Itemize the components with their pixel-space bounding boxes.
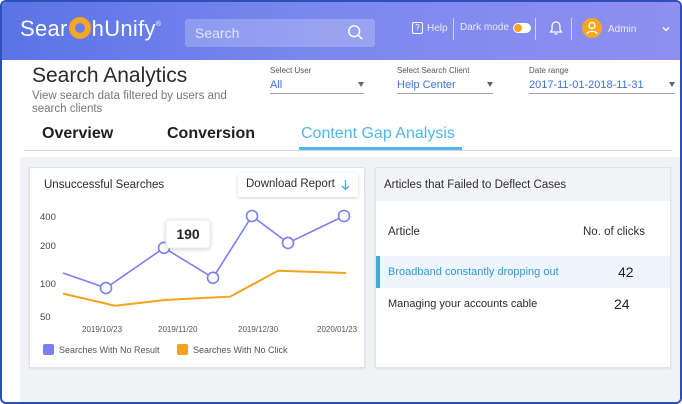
help-icon: ? bbox=[412, 22, 423, 34]
select-user-dropdown[interactable]: All bbox=[270, 79, 364, 94]
failed-articles-card: Articles that Failed to Deflect Cases Ar… bbox=[375, 167, 671, 368]
filter-value: Help Center bbox=[397, 79, 456, 91]
y-tick-label: 200 bbox=[40, 241, 56, 252]
data-point[interactable] bbox=[245, 209, 259, 223]
tab-content-gap-analysis[interactable]: Content Gap Analysis bbox=[301, 125, 455, 143]
dark-mode-label: Dark mode bbox=[460, 22, 509, 33]
clicks-value: 24 bbox=[614, 296, 630, 312]
nav-divider bbox=[453, 18, 454, 40]
legend-item-no-click[interactable]: Searches With No Click bbox=[177, 344, 288, 355]
tab-overview[interactable]: Overview bbox=[42, 125, 113, 143]
search-client-dropdown[interactable]: Help Center bbox=[397, 79, 493, 94]
nav-divider bbox=[535, 18, 536, 40]
legend-label: Searches With No Result bbox=[59, 344, 160, 355]
help-link[interactable]: ? Help bbox=[412, 22, 448, 34]
article-link[interactable]: Broadband constantly dropping out bbox=[388, 266, 559, 278]
unsuccessful-searches-card: Unsuccessful Searches Download Report 40… bbox=[29, 167, 365, 368]
help-label: Help bbox=[427, 22, 448, 34]
bell-icon[interactable] bbox=[549, 20, 563, 36]
y-tick-label: 50 bbox=[40, 312, 51, 323]
nav-divider bbox=[571, 18, 572, 40]
x-tick-label: 2019/12/30 bbox=[238, 325, 279, 334]
legend-swatch bbox=[177, 344, 188, 355]
user-icon bbox=[586, 21, 598, 35]
x-tick-label: 2019/11/20 bbox=[158, 325, 198, 334]
tab-conversion[interactable]: Conversion bbox=[167, 125, 255, 143]
registered-mark: ® bbox=[155, 21, 162, 28]
dropdown-arrow-icon bbox=[358, 82, 364, 87]
unsuccessful-searches-chart: 400 200 100 50 2019/10/23 2019/11/20 2019/12/… bbox=[40, 209, 358, 334]
tooltip-value: 190 bbox=[176, 226, 200, 242]
filter-label: Select User bbox=[270, 66, 312, 75]
logo-magnifier-icon bbox=[68, 17, 91, 39]
search-box bbox=[185, 19, 375, 47]
y-tick-label: 100 bbox=[40, 279, 56, 290]
table-row[interactable]: Managing your accounts cable 24 bbox=[376, 288, 670, 320]
avatar[interactable] bbox=[582, 18, 602, 38]
legend-item-no-result[interactable]: Searches With No Result bbox=[43, 344, 160, 355]
data-point[interactable] bbox=[99, 281, 113, 295]
x-tick-label: 2019/10/23 bbox=[82, 325, 123, 334]
search-icon[interactable] bbox=[347, 24, 365, 42]
search-input[interactable] bbox=[195, 25, 335, 41]
data-point[interactable] bbox=[337, 209, 351, 223]
toggle-switch-icon[interactable] bbox=[512, 22, 531, 33]
page-title: Search Analytics bbox=[32, 64, 188, 87]
column-header-clicks: No. of clicks bbox=[583, 226, 645, 238]
dropdown-arrow-icon bbox=[669, 82, 675, 87]
select-user-filter[interactable]: Select User All bbox=[270, 66, 364, 94]
x-tick-label: 2020/01/23 bbox=[317, 325, 358, 334]
filter-label: Select Search Client bbox=[397, 66, 470, 75]
logo-text-end: hUnify bbox=[91, 16, 156, 41]
top-nav: Sear hUnify® ? Help Dark mode bbox=[2, 2, 680, 60]
chevron-down-icon[interactable] bbox=[662, 25, 670, 33]
date-range-dropdown[interactable]: 2017-11-01-2018-11-31 bbox=[529, 79, 675, 94]
user-name[interactable]: Admin bbox=[608, 24, 636, 35]
page-subtitle: View search data filtered by users and s… bbox=[32, 90, 227, 115]
data-point[interactable] bbox=[281, 236, 295, 250]
table-row[interactable]: Broadband constantly dropping out 42 bbox=[376, 256, 670, 288]
chart-tooltip: 190 bbox=[165, 219, 211, 249]
y-tick-label: 400 bbox=[40, 212, 56, 223]
tabs-divider bbox=[24, 150, 672, 151]
date-range-filter[interactable]: Date range 2017-11-01-2018-11-31 bbox=[529, 66, 675, 94]
legend-label: Searches With No Click bbox=[193, 344, 288, 355]
card-title: Articles that Failed to Deflect Cases bbox=[376, 168, 670, 201]
search-client-filter[interactable]: Select Search Client Help Center bbox=[397, 66, 493, 94]
data-point[interactable] bbox=[206, 271, 220, 285]
filter-value: 2017-11-01-2018-11-31 bbox=[529, 79, 644, 91]
dropdown-arrow-icon bbox=[487, 82, 493, 87]
column-header-article: Article bbox=[388, 226, 420, 238]
app-window: Sear hUnify® ? Help Dark mode bbox=[0, 0, 682, 404]
dark-mode-toggle[interactable]: Dark mode bbox=[460, 22, 531, 33]
logo-text-start: Sear bbox=[20, 16, 68, 41]
filter-value: All bbox=[270, 79, 283, 91]
filter-label: Date range bbox=[529, 66, 569, 75]
clicks-value: 42 bbox=[618, 264, 634, 280]
logo[interactable]: Sear hUnify® bbox=[20, 16, 161, 42]
legend-swatch bbox=[43, 344, 54, 355]
article-link[interactable]: Managing your accounts cable bbox=[388, 298, 537, 310]
